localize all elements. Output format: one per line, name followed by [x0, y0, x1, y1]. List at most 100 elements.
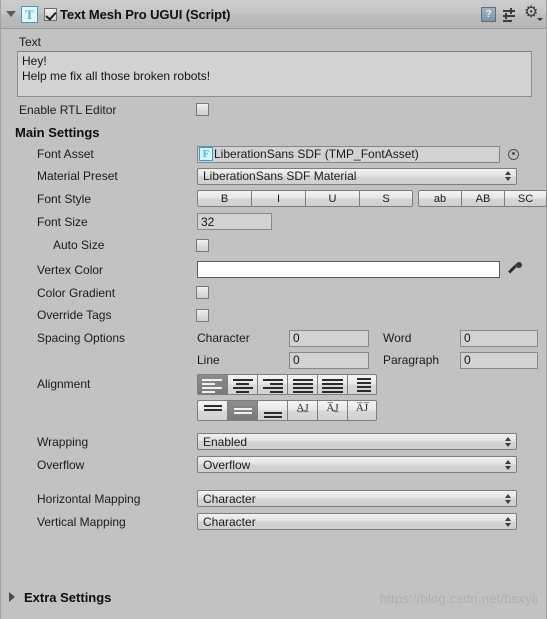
row-color-gradient: Color Gradient [1, 282, 546, 303]
chevron-updown-icon [505, 436, 512, 448]
row-alignment-vertical: A̲J̲ A̅J̲ A̅J̅ [1, 397, 546, 423]
alignment-label: Alignment [37, 377, 91, 391]
spacing-line-label: Line [197, 353, 220, 367]
row-auto-size: Auto Size [1, 233, 546, 257]
align-justified-button[interactable] [287, 373, 317, 395]
header-icon-group [481, 4, 543, 22]
align-center-button[interactable] [227, 373, 257, 395]
row-vertical-mapping: Vertical Mapping Character [1, 510, 546, 533]
help-icon[interactable] [481, 6, 496, 22]
align-flush-button[interactable] [317, 373, 347, 395]
font-size-input[interactable]: 32 [197, 213, 272, 230]
preset-icon[interactable] [503, 7, 518, 22]
font-style-group-case: ab AB SC [418, 190, 547, 207]
alignment-vertical-group: A̲J̲ A̅J̲ A̅J̅ [197, 399, 377, 421]
row-overflow: Overflow Overflow [1, 453, 546, 476]
row-material-preset: Material Preset LiberationSans SDF Mater… [1, 165, 546, 187]
align-left-button[interactable] [197, 373, 227, 395]
spacing-character-input[interactable]: 0 [289, 329, 369, 347]
row-enable-rtl: Enable RTL Editor [1, 97, 546, 122]
align-midline-button[interactable]: A̅J̲ [317, 399, 347, 421]
row-horizontal-mapping: Horizontal Mapping Character [1, 487, 546, 510]
component-enabled-checkbox[interactable] [44, 7, 57, 21]
row-spacing-bottom: Line 0 Paragraph 0 [1, 349, 546, 371]
font-style-underline-button[interactable]: U [305, 190, 359, 207]
font-style-smallcaps-button[interactable]: SC [504, 190, 547, 207]
watermark: https://blog.csdn.net/bsxylj [379, 591, 538, 606]
inspector-panel: T Text Mesh Pro UGUI (Script) Text Hey! … [0, 0, 547, 619]
chevron-updown-icon [505, 170, 512, 182]
row-alignment-horizontal: Alignment [1, 371, 546, 397]
chevron-updown-icon [505, 459, 512, 471]
vertex-color-swatch[interactable] [197, 261, 500, 278]
text-input[interactable]: Hey! Help me fix all those broken robots… [17, 51, 532, 97]
main-settings-title: Main Settings [15, 125, 100, 140]
spacing-character-label: Character [197, 331, 250, 345]
font-style-bold-button[interactable]: B [197, 190, 251, 207]
spacing-options-label: Spacing Options [37, 331, 126, 345]
color-gradient-checkbox[interactable] [196, 286, 209, 299]
align-top-button[interactable] [197, 399, 227, 421]
override-tags-label: Override Tags [37, 308, 112, 322]
wrapping-value: Enabled [203, 434, 248, 449]
material-preset-dropdown[interactable]: LiberationSans SDF Material [197, 167, 517, 185]
align-bottom-button[interactable] [257, 399, 287, 421]
font-size-label: Font Size [37, 214, 88, 229]
row-override-tags: Override Tags [1, 303, 546, 327]
spacing-line-input[interactable]: 0 [289, 351, 369, 369]
auto-size-label: Auto Size [53, 238, 105, 252]
align-middle-button[interactable] [227, 399, 257, 421]
vertical-mapping-value: Character [203, 514, 256, 529]
row-font-style: Font Style B I U S ab AB SC [1, 187, 547, 210]
material-preset-value: LiberationSans SDF Material [203, 169, 357, 183]
component-header: T Text Mesh Pro UGUI (Script) [1, 0, 546, 29]
vertical-mapping-dropdown[interactable]: Character [197, 513, 517, 530]
enable-rtl-checkbox[interactable] [196, 103, 209, 116]
horizontal-mapping-dropdown[interactable]: Character [197, 490, 517, 507]
align-baseline-button[interactable]: A̲J̲ [287, 399, 317, 421]
align-right-button[interactable] [257, 373, 287, 395]
enable-rtl-label: Enable RTL Editor [19, 102, 117, 117]
auto-size-checkbox[interactable] [196, 238, 209, 252]
override-tags-checkbox[interactable] [196, 308, 209, 322]
row-spacing-top: Spacing Options Character 0 Word 0 [1, 327, 546, 349]
align-capline-button[interactable]: A̅J̅ [347, 399, 377, 421]
font-style-strikethrough-button[interactable]: S [359, 190, 413, 207]
chevron-updown-icon [505, 516, 512, 528]
chevron-updown-icon [505, 493, 512, 505]
align-midline-glyph: A̅J̲ [326, 401, 339, 414]
row-font-asset: Font Asset F LiberationSans SDF (TMP_Fon… [1, 143, 546, 165]
align-capline-glyph: A̅J̅ [355, 401, 369, 414]
font-style-uppercase-button[interactable]: AB [461, 190, 504, 207]
align-geometry-center-button[interactable] [347, 373, 377, 395]
horizontal-mapping-value: Character [203, 491, 256, 506]
overflow-value: Overflow [203, 457, 251, 472]
text-mesh-pro-icon: T [21, 5, 38, 23]
font-asset-label: Font Asset [37, 147, 94, 161]
font-style-lowercase-button[interactable]: ab [418, 190, 461, 207]
wrapping-dropdown[interactable]: Enabled [197, 433, 517, 450]
component-title: Text Mesh Pro UGUI (Script) [60, 6, 231, 22]
component-foldout-toggle[interactable] [6, 11, 16, 17]
font-asset-object-field[interactable]: F LiberationSans SDF (TMP_FontAsset) [197, 145, 500, 163]
horizontal-mapping-label: Horizontal Mapping [37, 491, 141, 506]
gear-icon[interactable] [524, 4, 543, 22]
text-line-2: Help me fix all those broken robots! [22, 69, 211, 83]
font-style-italic-button[interactable]: I [251, 190, 305, 207]
alignment-horizontal-group [197, 373, 377, 395]
spacing-word-input[interactable]: 0 [460, 329, 538, 347]
overflow-label: Overflow [37, 457, 85, 472]
extra-settings-title: Extra Settings [24, 589, 112, 605]
vertical-mapping-label: Vertical Mapping [37, 514, 126, 529]
wrapping-label: Wrapping [37, 434, 89, 449]
eyedropper-icon[interactable] [507, 262, 523, 278]
font-asset-picker-button[interactable] [508, 148, 519, 160]
overflow-dropdown[interactable]: Overflow [197, 456, 517, 473]
font-style-label: Font Style [37, 191, 92, 206]
spacing-paragraph-label: Paragraph [383, 353, 440, 367]
spacing-paragraph-input[interactable]: 0 [460, 351, 538, 369]
extra-settings-foldout-arrow[interactable] [9, 592, 15, 602]
text-field-label: Text [19, 35, 42, 49]
row-vertex-color: Vertex Color [1, 257, 546, 282]
row-wrapping: Wrapping Enabled [1, 430, 546, 453]
